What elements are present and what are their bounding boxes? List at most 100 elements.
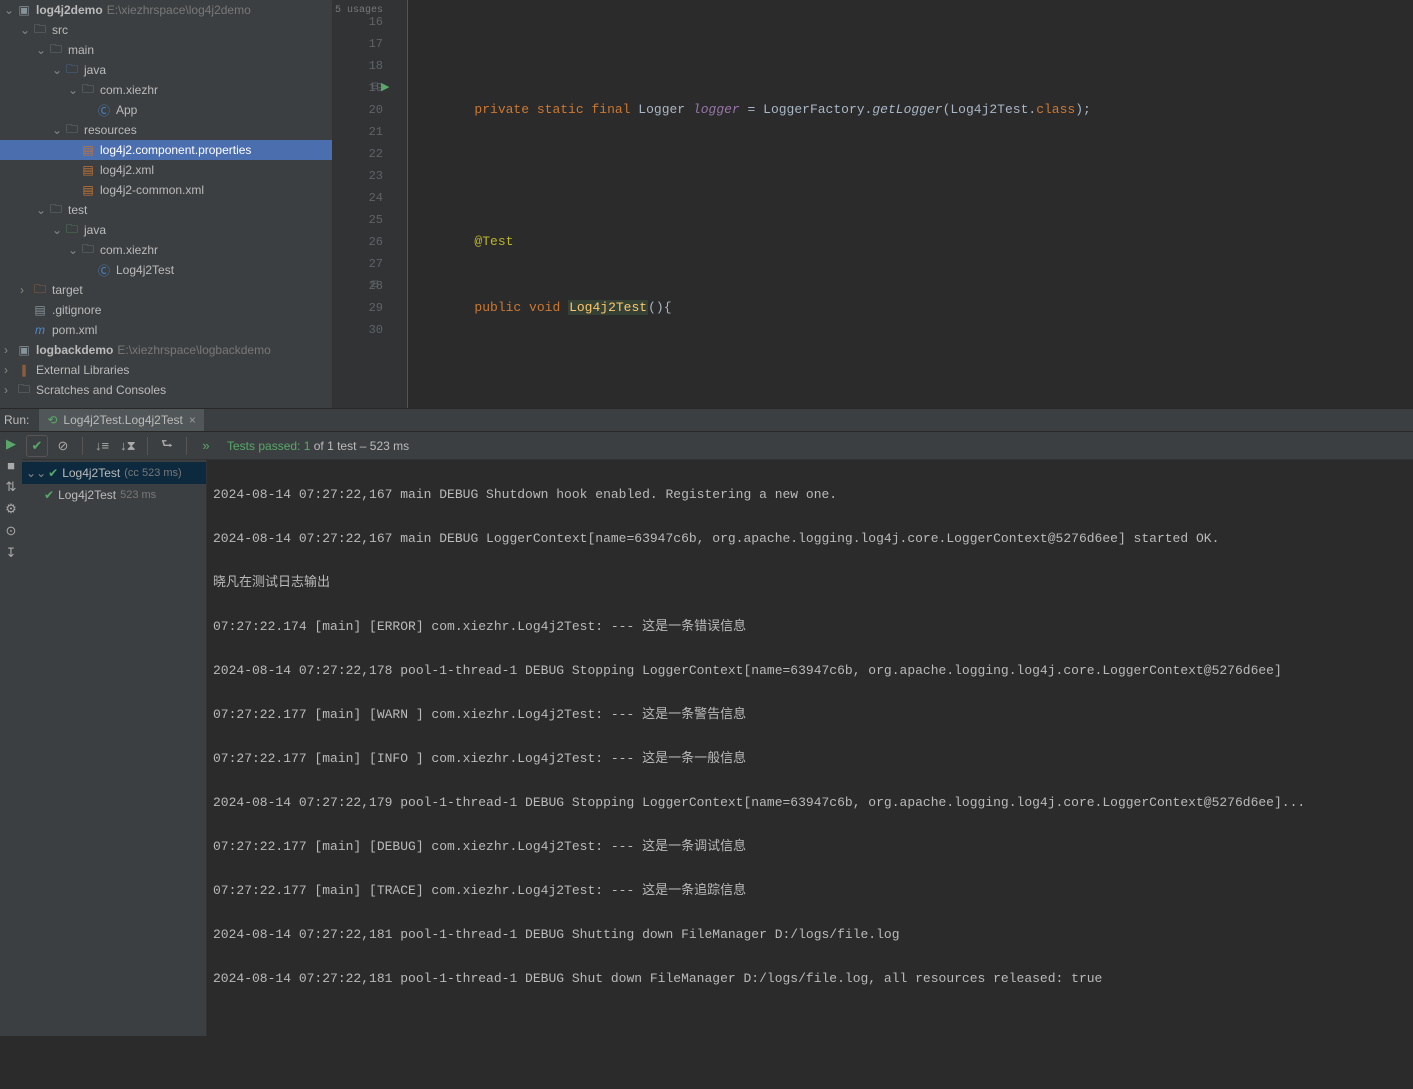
- tree-label: target: [52, 283, 83, 297]
- tab-label: Log4j2Test.Log4j2Test: [63, 413, 182, 427]
- console-line: 07:27:22.177 [main] [WARN ] com.xiezhr.L…: [213, 704, 1407, 726]
- expand-icon[interactable]: [20, 23, 32, 37]
- expand-icon[interactable]: [52, 63, 64, 77]
- expand-icon[interactable]: [52, 223, 64, 237]
- test-root[interactable]: ⌄ ✔ Log4j2Test (cc 523 ms): [22, 462, 206, 484]
- expand-all-icon[interactable]: ⮑: [156, 435, 178, 457]
- tree-target[interactable]: 🗀 target: [0, 280, 332, 300]
- properties-file-icon: ▤: [80, 143, 96, 157]
- expand-icon[interactable]: [68, 83, 80, 97]
- tree-label: Log4j2Test: [116, 263, 174, 277]
- tree-java[interactable]: 🗀java: [0, 60, 332, 80]
- run-vertical-toolbar: ▶ ■ ⇅ ⚙ ⊙ ↧: [0, 432, 22, 1036]
- expand-icon[interactable]: [4, 363, 16, 377]
- test-time: (cc 523 ms): [124, 467, 181, 479]
- expand-icon[interactable]: [52, 123, 64, 137]
- line-number: 28⊟: [333, 275, 383, 297]
- tree-test-pkg[interactable]: 🗀com.xiezhr: [0, 240, 332, 260]
- tree-pkg[interactable]: 🗀 com.xiezhr: [0, 80, 332, 100]
- line-number: 22: [333, 143, 383, 165]
- test-toolbar: ✔ ⊘ ↓≡ ↓⧗ ⮑ » Tests passed: 1 of 1 test …: [22, 432, 1413, 460]
- test-time: 523 ms: [120, 489, 156, 501]
- sort-duration-icon[interactable]: ↓⧗: [117, 435, 139, 457]
- expand-icon[interactable]: [4, 383, 16, 397]
- check-icon: ✔: [48, 466, 58, 480]
- tree-label: log4j2.xml: [100, 163, 154, 177]
- tree-label: com.xiezhr: [100, 83, 158, 97]
- export-icon[interactable]: ↧: [6, 545, 17, 561]
- run-config-tab[interactable]: ⟲ Log4j2Test.Log4j2Test ×: [39, 409, 204, 431]
- show-ignored-icon[interactable]: ⊘: [52, 435, 74, 457]
- class-icon: Ⓒ: [96, 262, 112, 279]
- tree-label: src: [52, 23, 68, 37]
- status-icon: »: [195, 435, 217, 457]
- test-tree[interactable]: ⌄ ✔ Log4j2Test (cc 523 ms) ✔ Log4j2Test …: [22, 460, 207, 1036]
- stop-icon[interactable]: ■: [7, 458, 15, 473]
- expand-icon[interactable]: [36, 203, 48, 217]
- expand-icon[interactable]: [20, 283, 32, 297]
- tree-xml2[interactable]: ▤ log4j2-common.xml: [0, 180, 332, 200]
- expand-icon[interactable]: [68, 243, 80, 257]
- layout-icon[interactable]: ⇅: [6, 479, 17, 495]
- tree-test-class[interactable]: Ⓒ Log4j2Test: [0, 260, 332, 280]
- code-editor[interactable]: 5 usages 16 17 18 19▶⊟ 20 21 22 23 24 25…: [333, 0, 1413, 408]
- tree-src[interactable]: 🗀src: [0, 20, 332, 40]
- tree-app[interactable]: ⒸApp: [0, 100, 332, 120]
- run-gutter-icon[interactable]: ▶: [381, 77, 389, 99]
- module-icon: ▣: [16, 3, 32, 17]
- tree-test-java[interactable]: 🗀java: [0, 220, 332, 240]
- tree-pom[interactable]: mpom.xml: [0, 320, 332, 340]
- rerun-icon[interactable]: ▶: [6, 436, 16, 452]
- tree-label: .gitignore: [52, 303, 101, 317]
- fold-icon[interactable]: ⊟: [371, 77, 379, 99]
- console-line: 晓凡在测试日志输出: [213, 572, 1407, 594]
- tree-xml1[interactable]: ▤log4j2.xml: [0, 160, 332, 180]
- console-output[interactable]: 2024-08-14 07:27:22,167 main DEBUG Shutd…: [207, 460, 1413, 1036]
- show-passed-icon[interactable]: ✔: [26, 435, 48, 457]
- tree-test[interactable]: 🗀test: [0, 200, 332, 220]
- sort-alpha-icon[interactable]: ↓≡: [91, 435, 113, 457]
- tree-properties[interactable]: ▤log4j2.component.properties: [0, 140, 332, 160]
- test-child[interactable]: ✔ Log4j2Test 523 ms: [22, 484, 206, 506]
- pin-icon[interactable]: ⊙: [6, 523, 17, 539]
- tree-scratches[interactable]: 🗀Scratches and Consoles: [0, 380, 332, 400]
- console-line: 07:27:22.177 [main] [TRACE] com.xiezhr.L…: [213, 880, 1407, 902]
- tree-label: pom.xml: [52, 323, 97, 337]
- expand-icon[interactable]: ⌄: [26, 466, 46, 480]
- tree-label: main: [68, 43, 94, 57]
- xml-file-icon: ▤: [80, 183, 96, 197]
- package-icon: 🗀: [80, 80, 96, 101]
- expand-icon[interactable]: [36, 43, 48, 57]
- console-line: 07:27:22.174 [main] [ERROR] com.xiezhr.L…: [213, 616, 1407, 638]
- tree-label: logbackdemo: [36, 343, 113, 357]
- usages-hint[interactable]: 5 usages: [333, 0, 383, 11]
- tree-extlibs[interactable]: ∥External Libraries: [0, 360, 332, 380]
- project-tree[interactable]: ▣log4j2demoE:\xiezhrspace\log4j2demo 🗀sr…: [0, 0, 333, 408]
- console-line: 07:27:22.177 [main] [INFO ] com.xiezhr.L…: [213, 748, 1407, 770]
- line-number: 16: [333, 11, 383, 33]
- tree-label: test: [68, 203, 87, 217]
- expand-icon[interactable]: [4, 3, 16, 17]
- console-line: 2024-08-14 07:27:22,178 pool-1-thread-1 …: [213, 660, 1407, 682]
- run-tool-tab-bar: Run: ⟲ Log4j2Test.Log4j2Test ×: [0, 408, 1413, 432]
- editor-gutter[interactable]: 5 usages 16 17 18 19▶⊟ 20 21 22 23 24 25…: [333, 0, 408, 408]
- line-number: 17: [333, 33, 383, 55]
- tree-logbackdemo[interactable]: ▣logbackdemoE:\xiezhrspace\logbackdemo: [0, 340, 332, 360]
- test-status: Tests passed: 1 of 1 test – 523 ms: [227, 439, 409, 453]
- console-line: 2024-08-14 07:27:22,181 pool-1-thread-1 …: [213, 968, 1407, 990]
- tree-label: log4j2-common.xml: [100, 183, 204, 197]
- tree-root[interactable]: ▣log4j2demoE:\xiezhrspace\log4j2demo: [0, 0, 332, 20]
- target-folder-icon: 🗀: [32, 280, 48, 301]
- line-number: 23: [333, 165, 383, 187]
- settings-icon[interactable]: ⚙: [5, 501, 17, 517]
- code-body[interactable]: private static final Logger logger = Log…: [408, 0, 1413, 408]
- tree-label: App: [116, 103, 137, 117]
- tree-resources[interactable]: 🗀resources: [0, 120, 332, 140]
- console-line: 2024-08-14 07:27:22,167 main DEBUG Logge…: [213, 528, 1407, 550]
- tree-gitignore[interactable]: ▤.gitignore: [0, 300, 332, 320]
- fold-icon[interactable]: ⊟: [371, 275, 379, 297]
- tree-main[interactable]: 🗀main: [0, 40, 332, 60]
- close-icon[interactable]: ×: [189, 413, 196, 427]
- package-icon: 🗀: [80, 240, 96, 261]
- expand-icon[interactable]: [4, 343, 16, 357]
